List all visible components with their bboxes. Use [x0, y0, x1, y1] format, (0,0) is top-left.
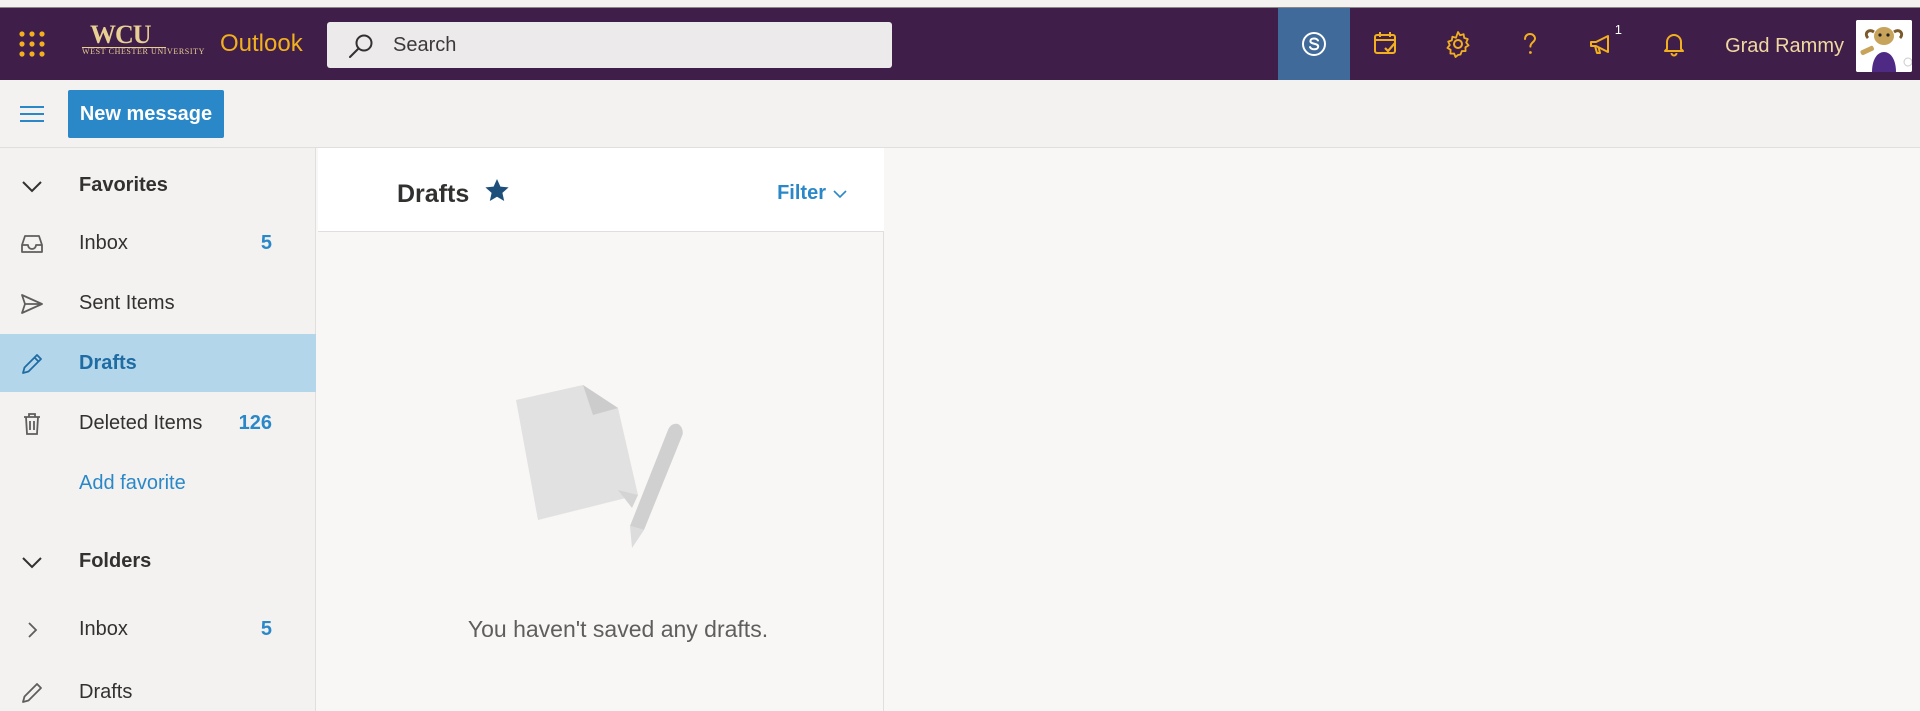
folder-item-label: Drafts	[79, 681, 133, 703]
megaphone-icon	[1590, 35, 1609, 54]
favorites-header[interactable]: Favorites	[0, 156, 316, 214]
search-box[interactable]: Search	[327, 22, 892, 68]
search-icon	[349, 34, 373, 58]
folders-header[interactable]: Folders	[0, 532, 316, 590]
star-icon[interactable]	[482, 176, 512, 206]
folder-title: Drafts	[397, 180, 470, 208]
reading-pane	[885, 148, 1920, 711]
empty-state-message: You haven't saved any drafts.	[467, 616, 769, 642]
logo-text: WCU	[90, 20, 152, 49]
avatar[interactable]	[1856, 20, 1912, 72]
inbox-icon	[18, 230, 46, 258]
unread-count: 126	[238, 412, 272, 434]
folder-item-inbox[interactable]: Inbox 5	[0, 600, 316, 658]
filter-button[interactable]: Filter	[777, 182, 848, 205]
my-day-button[interactable]	[1350, 8, 1422, 80]
send-icon	[18, 290, 46, 318]
browser-edge	[0, 0, 1920, 8]
message-list-header: Drafts Filter	[318, 148, 884, 232]
add-favorite-label: Add favorite	[79, 472, 186, 494]
folders-label: Folders	[79, 550, 152, 572]
sidebar-item-label: Deleted Items	[79, 412, 203, 434]
unread-count: 5	[260, 618, 272, 640]
sidebar-item-inbox[interactable]: Inbox 5	[0, 214, 316, 272]
ram-mascot-icon	[1856, 20, 1912, 72]
todo-calendar-icon	[1374, 32, 1396, 54]
bell-icon	[1664, 34, 1684, 57]
chevron-down-icon[interactable]	[18, 172, 46, 200]
app-name[interactable]: Outlook	[220, 30, 303, 58]
help-icon	[1524, 32, 1537, 54]
top-header-bar: WCU WEST CHESTER UNIVERSITY Outlook Sear…	[0, 8, 1920, 80]
university-logo[interactable]: WCU WEST CHESTER UNIVERSITY	[80, 20, 204, 68]
nav-toggle-button[interactable]	[12, 94, 52, 134]
sidebar-item-drafts[interactable]: Drafts	[0, 334, 316, 392]
sidebar-item-deleted-items[interactable]: Deleted Items 126	[0, 394, 316, 452]
filter-label: Filter	[777, 182, 826, 204]
skype-icon	[1302, 32, 1326, 56]
command-bar: New message	[0, 80, 1920, 148]
unread-count: 5	[260, 232, 272, 254]
favorites-label: Favorites	[79, 174, 168, 196]
whats-new-button[interactable]: 1	[1566, 8, 1638, 80]
help-button[interactable]	[1494, 8, 1566, 80]
app-launcher-button[interactable]	[0, 8, 64, 80]
settings-button[interactable]	[1422, 8, 1494, 80]
user-name[interactable]: Grad Rammy	[1725, 35, 1844, 58]
empty-drafts-illustration	[516, 385, 683, 548]
chevron-down-icon[interactable]	[18, 548, 46, 576]
search-input[interactable]: Search	[393, 34, 456, 57]
trash-icon	[18, 410, 46, 438]
sidebar-item-label: Inbox	[79, 232, 128, 254]
notifications-button[interactable]	[1638, 8, 1710, 80]
chevron-down-icon	[833, 189, 847, 198]
pencil-icon	[18, 679, 46, 707]
skype-button[interactable]	[1278, 8, 1350, 80]
logo-subtext: WEST CHESTER UNIVERSITY	[82, 47, 205, 56]
hamburger-icon	[20, 106, 44, 122]
whats-new-badge: 1	[1614, 22, 1622, 37]
chevron-right-icon[interactable]	[18, 616, 46, 644]
gear-icon	[1446, 31, 1470, 58]
pencil-icon	[18, 350, 46, 378]
folder-pane: Favorites Inbox 5 Sent Items Drafts Dele…	[0, 148, 316, 711]
outlook-window: WCU WEST CHESTER UNIVERSITY Outlook Sear…	[0, 0, 1920, 711]
waffle-icon	[19, 31, 45, 57]
sidebar-item-label: Drafts	[79, 352, 137, 374]
sidebar-item-sent-items[interactable]: Sent Items	[0, 274, 316, 332]
folder-item-label: Inbox	[79, 618, 128, 640]
new-message-button[interactable]: New message	[68, 90, 224, 138]
folder-item-drafts[interactable]: Drafts	[0, 663, 316, 711]
add-favorite-link[interactable]: Add favorite	[0, 454, 316, 512]
message-list: Drafts Filter You haven't saved any draf…	[318, 148, 884, 711]
sidebar-item-label: Sent Items	[79, 292, 175, 314]
